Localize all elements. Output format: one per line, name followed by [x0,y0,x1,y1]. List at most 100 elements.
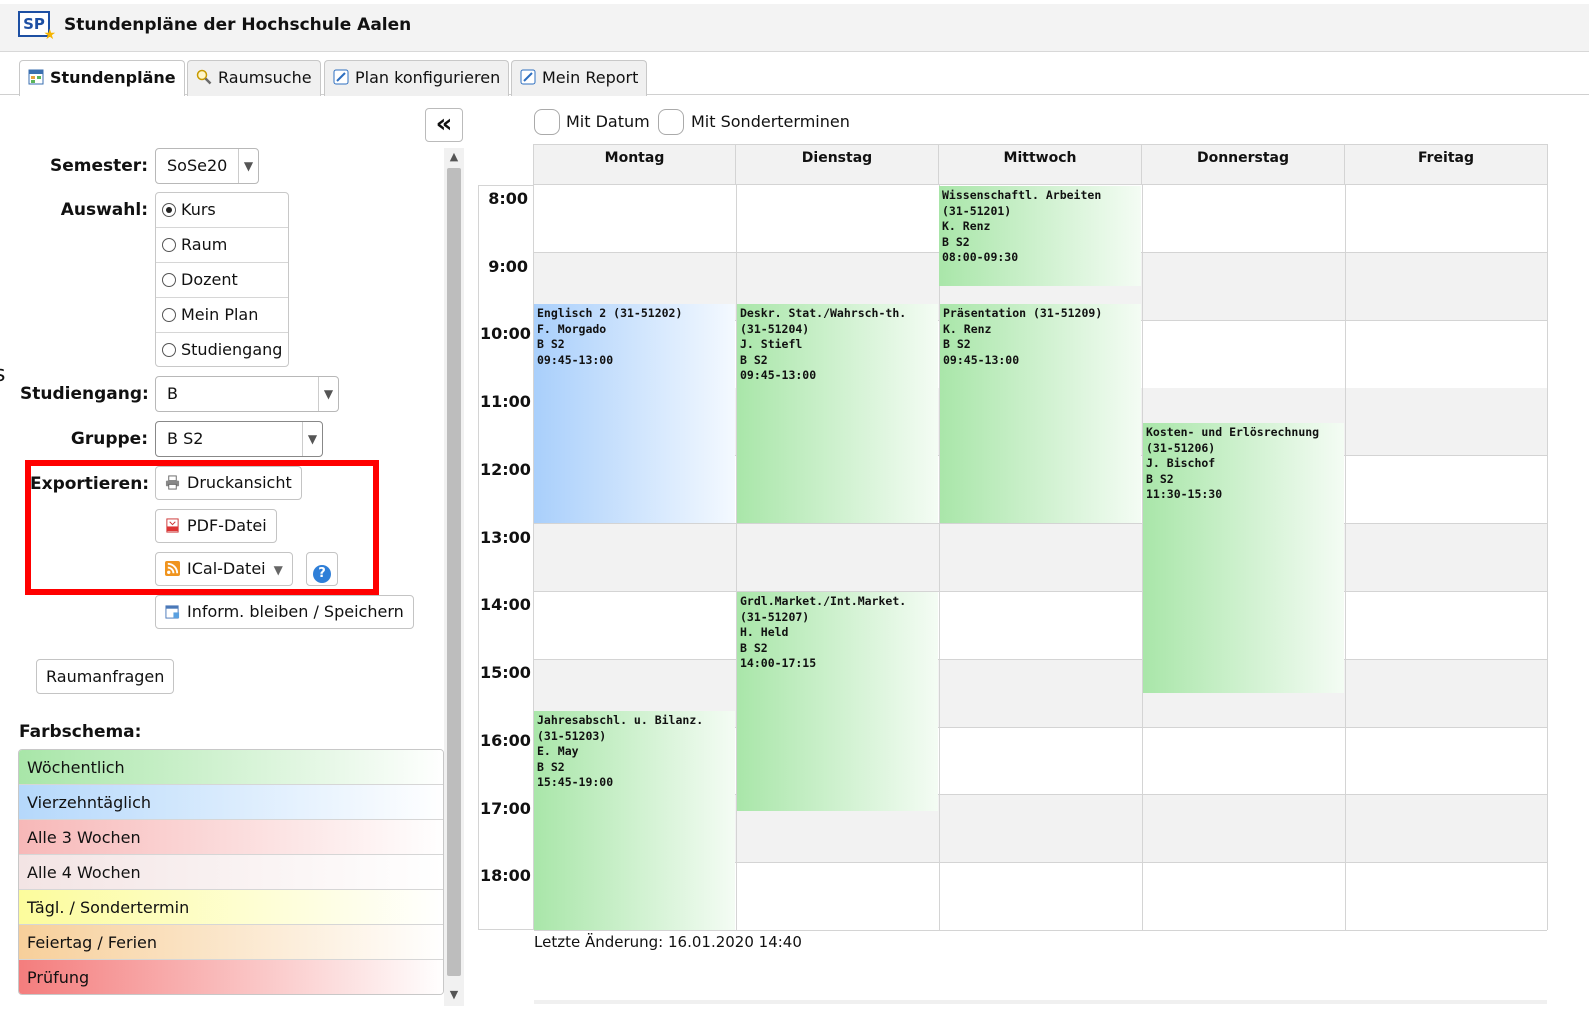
chevron-down-icon: ▼ [302,422,322,456]
studiengang-value: B [167,384,178,403]
scroll-down-icon[interactable]: ▼ [446,988,462,1002]
event-deskr-stat[interactable]: Deskr. Stat./Wahrsch-th. (31-51204) J. S… [737,304,938,523]
event-title: Englisch 2 (31-51202) [537,306,683,320]
radio-label: Raum [181,235,228,254]
event-lecturer: H. Held [740,625,789,640]
event-code: (31-51206) [1146,440,1216,455]
edge-glyph: s [0,362,5,387]
event-praesentation[interactable]: Präsentation (31-51209) K. Renz B S2 09:… [940,304,1141,523]
chevron-down-icon: ▼ [318,377,338,411]
time-label: 9:00 [488,257,528,276]
highlight-box [25,460,379,595]
column-line [1345,185,1346,930]
time-label: 18:00 [480,866,531,885]
event-grdl-market[interactable]: Grdl.Market./Int.Market. (31-51207) H. H… [737,592,938,811]
event-jahresabschl-bilanz[interactable]: Jahresabschl. u. Bilanz. (31-51203) E. M… [534,711,735,930]
event-wissenschaftl-arbeiten[interactable]: Wissenschaftl. Arbeiten (31-51201) K. Re… [939,186,1141,286]
legend-label: Wöchentlich [27,758,125,777]
gruppe-select[interactable]: B S2 ▼ [155,421,323,457]
tab-mein-report[interactable]: Mein Report [511,60,648,96]
time-label: 10:00 [480,324,531,343]
app-logo-icon: SP ★ [18,11,56,42]
edit-icon [333,69,349,85]
event-code: (31-51203) [537,728,607,743]
legend-label: Vierzehntäglich [27,793,152,812]
event-kosten-erloesrechnung[interactable]: Kosten- und Erlösrechnung (31-51206) J. … [1143,423,1344,693]
mit-datum-checkbox[interactable] [534,109,560,135]
tab-stundenplaene[interactable]: Stundenpläne [19,60,185,97]
legend-label: Alle 4 Wochen [27,863,141,882]
semester-select[interactable]: SoSe20 ▼ [155,148,259,184]
radio-kurs[interactable]: Kurs [156,193,288,228]
radio-label: Kurs [181,200,216,219]
app-title: Stundenpläne der Hochschule Aalen [64,15,412,35]
event-time: 08:00-09:30 [942,250,1019,265]
time-column [478,185,534,930]
day-header-montag: Montag [533,144,736,185]
event-lecturer: K. Renz [942,219,991,234]
tab-plan-konfigurieren[interactable]: Plan konfigurieren [324,60,510,96]
tab-label: Stundenpläne [50,68,176,87]
collapse-sidebar-button[interactable]: « [425,108,463,142]
legend-label: Prüfung [27,968,90,987]
day-header-dienstag: Dienstag [736,144,939,185]
event-lecturer: J. Stiefl [740,337,803,352]
tab-label: Plan konfigurieren [355,68,501,87]
legend-alle-4-wochen: Alle 4 Wochen [19,855,443,890]
time-label: 14:00 [480,595,531,614]
event-group: B S2 [1146,471,1174,486]
legend-woechentlich: Wöchentlich [19,750,443,785]
time-row [534,592,1547,660]
time-row [534,524,1547,592]
legend-label: Feiertag / Ferien [27,933,158,952]
button-label: Inform. bleiben / Speichern [187,602,404,621]
semester-value: SoSe20 [167,156,228,175]
legend-pruefung: Prüfung [19,960,443,994]
radio-raum[interactable]: Raum [156,228,288,263]
studiengang-select[interactable]: B ▼ [155,376,339,412]
semester-label: Semester: [50,156,148,176]
event-title: Jahresabschl. u. Bilanz. [537,713,704,727]
radio-unchecked-icon [162,343,176,357]
column-line [939,185,940,930]
raumanfragen-button[interactable]: Raumanfragen [36,659,175,694]
event-englisch-2[interactable]: Englisch 2 (31-51202) F. Morgado B S2 09… [534,304,735,523]
event-time: 09:45-13:00 [740,368,817,383]
event-title: Grdl.Market./Int.Market. [740,594,907,608]
event-title: Präsentation (31-51209) [943,306,1103,320]
radio-label: Studiengang [181,340,283,359]
inform-bleiben-button[interactable]: Inform. bleiben / Speichern [155,595,414,629]
event-code: (31-51204) [740,321,810,336]
mit-datum-label: Mit Datum [566,112,650,131]
radio-unchecked-icon [162,273,176,287]
auswahl-radio-group: Kurs Raum Dozent Mein Plan Studiengang [155,192,289,367]
table-icon [28,69,44,85]
event-title: Deskr. Stat./Wahrsch-th. [740,306,907,320]
scroll-up-icon[interactable]: ▲ [446,150,462,164]
event-lecturer: E. May [537,744,579,759]
event-time: 09:45-13:00 [943,352,1020,367]
radio-mein-plan[interactable]: Mein Plan [156,298,288,333]
radio-label: Dozent [181,270,238,289]
event-lecturer: J. Bischof [1146,456,1216,471]
event-group: B S2 [537,759,565,774]
day-header-mittwoch: Mittwoch [939,144,1142,185]
radio-studiengang[interactable]: Studiengang [156,333,288,368]
calendar-save-icon [165,605,180,619]
day-header-freitag: Freitag [1345,144,1548,185]
event-title: Kosten- und Erlösrechnung [1146,425,1320,439]
radio-dozent[interactable]: Dozent [156,263,288,298]
time-label: 16:00 [480,731,531,750]
event-time: 14:00-17:15 [740,656,817,671]
mit-sonderterminen-checkbox[interactable] [658,109,684,135]
tab-raumsuche[interactable]: Raumsuche [187,60,321,96]
gruppe-value: B S2 [167,429,204,448]
sidebar-scroll-thumb[interactable] [447,168,461,976]
event-title: Wissenschaftl. Arbeiten [942,188,1102,202]
magnifier-icon [196,69,212,85]
mit-sonderterminen-label: Mit Sonderterminen [691,112,850,131]
day-header-donnerstag: Donnerstag [1142,144,1345,185]
legend-label: Alle 3 Wochen [27,828,141,847]
divider [534,1000,1547,1004]
auswahl-label: Auswahl: [60,200,148,220]
